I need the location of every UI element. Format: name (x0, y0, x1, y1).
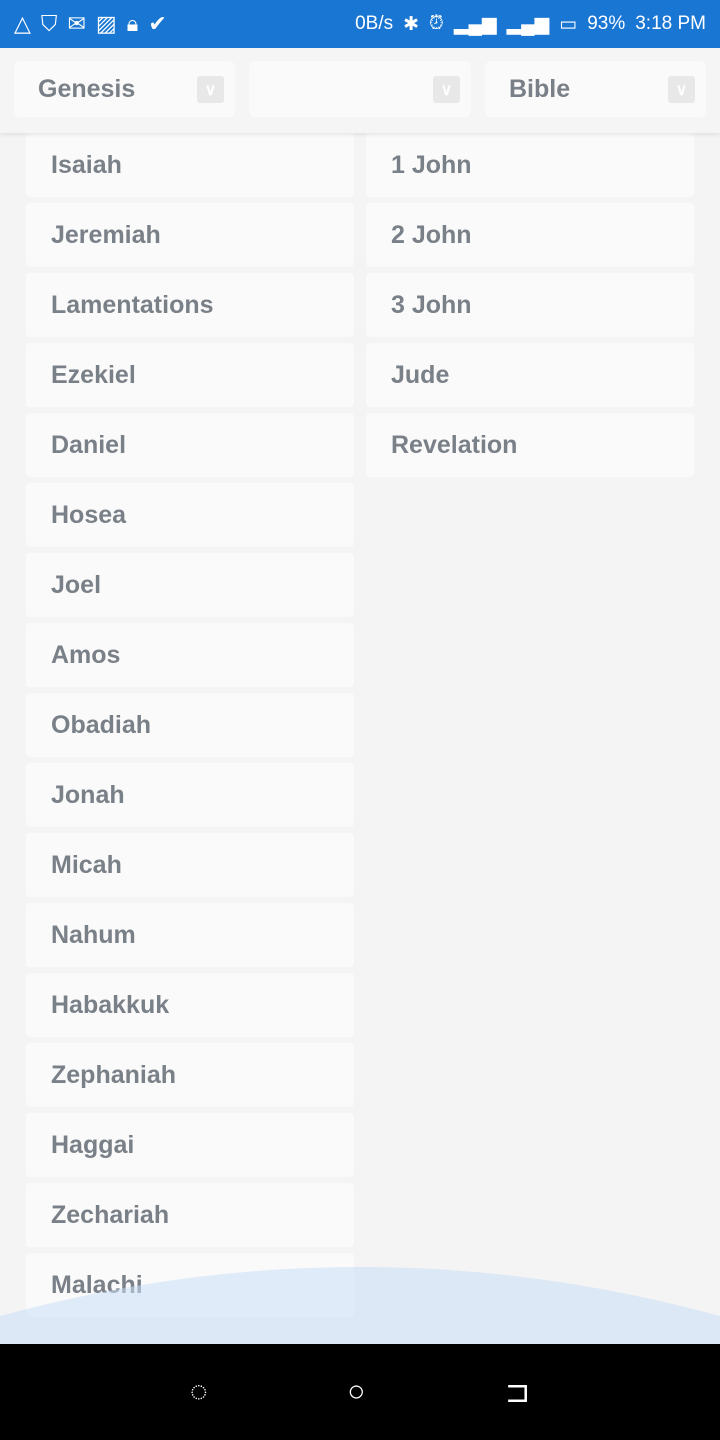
check-icon: ✔ (148, 11, 167, 36)
book-item[interactable]: Habakkuk (26, 973, 354, 1037)
chevron-down-icon: ∨ (668, 76, 695, 103)
book-item[interactable]: Hosea (26, 483, 354, 547)
book-item[interactable]: Revelation (366, 413, 694, 477)
book-item[interactable]: Obadiah (26, 693, 354, 757)
version-select[interactable]: Bible ∨ (485, 61, 706, 117)
photo-icon: ▨ (95, 11, 117, 36)
book-item[interactable]: Ezekiel (26, 343, 354, 407)
signal-icon: ▂▄▆ (453, 13, 497, 35)
navigation-bar: ◌ ○ ⊐ (0, 1344, 720, 1440)
book-item[interactable]: 1 John (366, 133, 694, 197)
chevron-down-icon: ∨ (197, 76, 224, 103)
gmail-icon: ✉ (67, 11, 86, 36)
book-item[interactable]: Jeremiah (26, 203, 354, 267)
battery-level: 93% (587, 13, 626, 34)
book-item[interactable]: Lamentations (26, 273, 354, 337)
book-item[interactable]: Jonah (26, 763, 354, 827)
drive-icon: △ (14, 11, 31, 36)
bluetooth-icon: ✱ (403, 13, 420, 35)
net-speed: 0B/s (355, 13, 394, 34)
home-icon[interactable]: ○ (347, 1375, 365, 1409)
signal-icon-2: ▂▄▆ (506, 13, 550, 35)
book-item[interactable]: 2 John (366, 203, 694, 267)
book-item[interactable]: Jude (366, 343, 694, 407)
book-select[interactable]: Genesis ∨ (14, 61, 235, 117)
book-item[interactable]: Micah (26, 833, 354, 897)
book-item[interactable]: Zephaniah (26, 1043, 354, 1107)
alarm-icon: ⏰︎ (429, 13, 444, 34)
book-item[interactable]: Isaiah (26, 133, 354, 197)
book-item[interactable]: Zechariah (26, 1183, 354, 1247)
shield-icon: ⛉ (40, 11, 58, 36)
book-select-value: Genesis (38, 74, 136, 103)
book-item[interactable]: Daniel (26, 413, 354, 477)
battery-icon: ▭ (559, 13, 578, 35)
book-list-left: Isaiah Jeremiah Lamentations Ezekiel Daniel H… (26, 133, 354, 1323)
back-icon[interactable]: ⊐ (505, 1375, 530, 1410)
header: Genesis ∨ ∨ Bible ∨ (0, 48, 720, 133)
book-item[interactable]: Haggai (26, 1113, 354, 1177)
book-item[interactable]: 3 John (366, 273, 694, 337)
lock-icon: 🔒︎ (126, 11, 139, 36)
chevron-down-icon: ∨ (433, 76, 460, 103)
version-select-value: Bible (509, 74, 571, 103)
status-bar: △ ⛉ ✉ ▨ 🔒︎ ✔ 0B/s ✱ ⏰︎ ▂▄▆ ▂▄▆ ▭ 93% 3:1… (0, 0, 720, 48)
decorative-wave (0, 1267, 720, 1344)
chapter-select[interactable]: ∨ (249, 61, 471, 117)
book-list-right: 1 John 2 John 3 John Jude Revelation (366, 133, 694, 483)
book-item[interactable]: Nahum (26, 903, 354, 967)
recent-apps-icon[interactable]: ◌ (190, 1375, 208, 1409)
book-item[interactable]: Joel (26, 553, 354, 617)
clock: 3:18 PM (635, 13, 706, 34)
book-item[interactable]: Amos (26, 623, 354, 687)
